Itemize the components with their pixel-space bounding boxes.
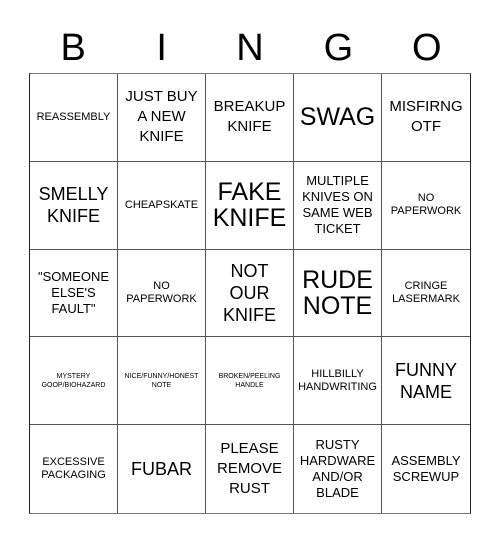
bingo-cell-label: MYSTERY GOOP/BIOHAZARD: [41, 372, 106, 389]
bingo-header: B I N G O: [29, 22, 471, 74]
bingo-cell[interactable]: "SOMEONE ELSE'S FAULT": [30, 249, 118, 338]
bingo-cell[interactable]: BREAKUP KNIFE: [206, 74, 294, 162]
bingo-cell[interactable]: MISFIRNG OTF: [382, 74, 470, 162]
bingo-cell[interactable]: HILLBILLY HANDWRITING: [294, 337, 382, 426]
bingo-cell-label: BROKEN/PEELING HANDLE: [218, 372, 281, 389]
bingo-cell-label: NO PAPERWORK: [126, 279, 197, 305]
bingo-cell-label: "SOMEONE ELSE'S FAULT": [37, 268, 110, 316]
bingo-cell[interactable]: SMELLY KNIFE: [30, 161, 118, 250]
bingo-cell-label: CHEAPSKATE: [124, 198, 199, 211]
bingo-cell-label: CRINGE LASERMARK: [392, 279, 460, 305]
bingo-cell-label: FUBAR: [130, 459, 192, 480]
bingo-cell[interactable]: REASSEMBLY: [30, 74, 118, 162]
bingo-cell[interactable]: BROKEN/PEELING HANDLE: [206, 337, 294, 426]
bingo-cell[interactable]: FUNNY NAME: [382, 337, 470, 426]
bingo-cell[interactable]: PLEASE REMOVE RUST: [206, 425, 294, 513]
bingo-cell-label: SMELLY KNIFE: [38, 184, 109, 227]
bingo-cell[interactable]: NOT OUR KNIFE: [206, 249, 294, 338]
bingo-cell-label: RUSTY HARDWARE AND/OR BLADE: [299, 437, 376, 501]
bingo-cell-label: NO PAPERWORK: [390, 192, 462, 218]
bingo-cell[interactable]: ASSEMBLY SCREWUP: [382, 425, 470, 513]
bingo-cell-label: FAKE KNIFE: [212, 178, 287, 233]
bingo-cell[interactable]: RUDE NOTE: [294, 249, 382, 338]
bingo-cell[interactable]: SWAG: [294, 74, 382, 162]
bingo-cell-label: PLEASE REMOVE RUST: [216, 440, 282, 498]
bingo-cell-label: MISFIRNG OTF: [389, 98, 463, 136]
bingo-cell-label: HILLBILLY HANDWRITING: [298, 367, 377, 393]
bingo-cell[interactable]: NO PAPERWORK: [118, 249, 206, 338]
bingo-cell-label: FUNNY NAME: [395, 359, 457, 402]
bingo-cell[interactable]: NO PAPERWORK: [382, 162, 470, 250]
bingo-cell[interactable]: MYSTERY GOOP/BIOHAZARD: [30, 337, 118, 426]
bingo-cell[interactable]: CHEAPSKATE: [118, 161, 206, 250]
header-letter-b: B: [60, 27, 86, 69]
header-letter-n: N: [236, 27, 264, 69]
bingo-cell[interactable]: RUSTY HARDWARE AND/OR BLADE: [294, 425, 382, 513]
bingo-cell[interactable]: FAKE KNIFE: [206, 161, 294, 250]
bingo-cell[interactable]: JUST BUY A NEW KNIFE: [118, 74, 206, 162]
bingo-cell-label: BREAKUP KNIFE: [213, 98, 286, 136]
bingo-cell-label: SWAG: [299, 103, 376, 132]
header-letter-o: O: [412, 27, 442, 69]
bingo-cell-label: JUST BUY A NEW KNIFE: [125, 88, 198, 146]
bingo-cell[interactable]: NICE/FUNNY/HONEST NOTE: [118, 337, 206, 426]
bingo-cell-label: NICE/FUNNY/HONEST NOTE: [124, 372, 199, 389]
bingo-cell-label: NOT OUR KNIFE: [222, 260, 276, 325]
header-letter-g: G: [323, 27, 354, 69]
bingo-grid: REASSEMBLY JUST BUY A NEW KNIFE BREAKUP KN…: [29, 73, 471, 514]
bingo-cell-label: MULTIPLE KNIVES ON SAME WEB TICKET: [302, 173, 373, 237]
bingo-cell-label: ASSEMBLY SCREWUP: [391, 453, 461, 485]
bingo-cell-label: EXCESSIVE PACKAGING: [41, 456, 106, 482]
bingo-cell[interactable]: MULTIPLE KNIVES ON SAME WEB TICKET: [294, 161, 382, 250]
bingo-cell-label: REASSEMBLY: [36, 110, 111, 123]
header-letter-i: I: [156, 27, 167, 69]
bingo-cell-label: RUDE NOTE: [302, 265, 373, 320]
bingo-cell[interactable]: FUBAR: [118, 425, 206, 513]
bingo-cell[interactable]: CRINGE LASERMARK: [382, 250, 470, 338]
bingo-cell[interactable]: EXCESSIVE PACKAGING: [30, 425, 118, 513]
